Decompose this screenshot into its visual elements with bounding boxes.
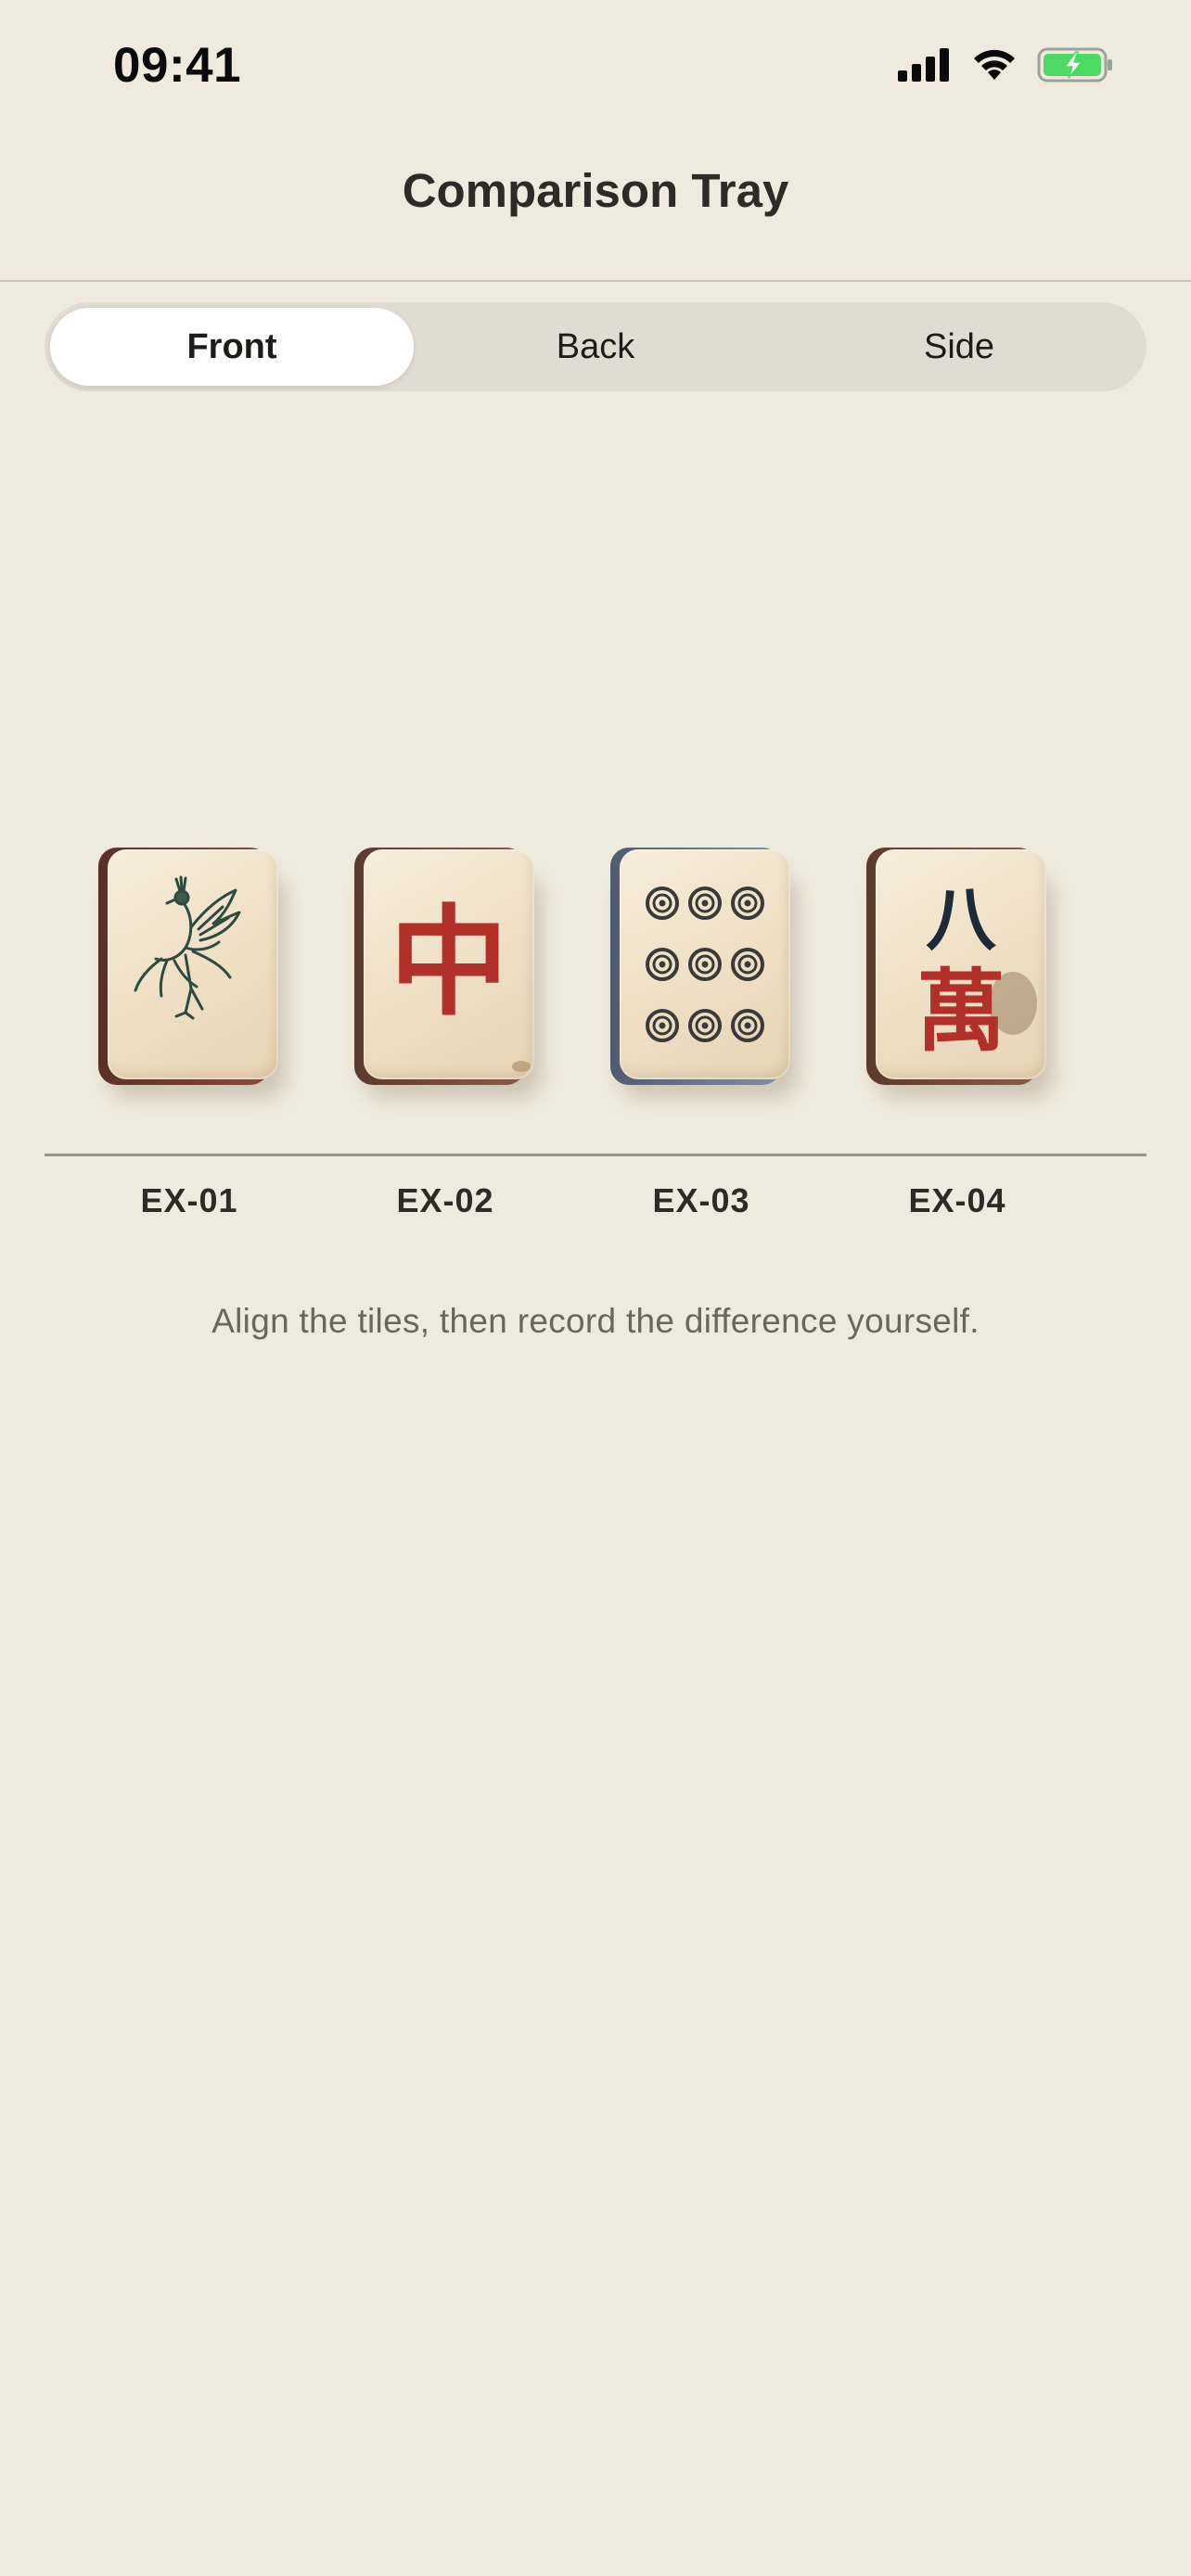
wan-glyph: 萬 [916,960,1005,1064]
tile-ex-02[interactable]: 中 [354,848,542,1098]
status-time: 09:41 [113,38,242,93]
tile-label-ex-04: EX-04 [908,1181,1006,1219]
tile-label-ex-03: EX-03 [652,1181,750,1219]
bird-icon [134,875,241,1020]
nav-header: Comparison Tray [0,130,1191,282]
tile-ex-04[interactable]: 八 萬 [866,848,1054,1098]
status-bar: 09:41 [0,0,1191,130]
tab-back[interactable]: Back [414,308,777,386]
tray-baseline [45,1154,1146,1156]
ba-wan-character-icon: 八 萬 [916,878,1037,1064]
zhong-character-icon: 中 [390,894,531,1072]
battery-charging-icon [1037,46,1115,83]
comparison-tray: 中 八 萬 [0,835,1191,1113]
tab-front[interactable]: Front [50,308,414,386]
view-segmented-control: Front Back Side [45,302,1146,391]
instruction-text: Align the tiles, then record the differe… [211,1302,980,1340]
tile-label-ex-01: EX-01 [140,1181,238,1219]
page-title: Comparison Tray [402,164,789,217]
status-icons [896,46,1115,83]
zhong-glyph: 中 [390,894,508,1032]
tile-ex-01[interactable] [98,848,286,1098]
ba-glyph: 八 [926,878,997,961]
tab-side[interactable]: Side [777,308,1141,386]
tile-ex-03[interactable] [610,848,798,1098]
tile-label-ex-02: EX-02 [396,1181,494,1219]
signal-icon [896,46,954,83]
wifi-icon [970,46,1018,83]
nine-circles-icon [646,886,764,1042]
